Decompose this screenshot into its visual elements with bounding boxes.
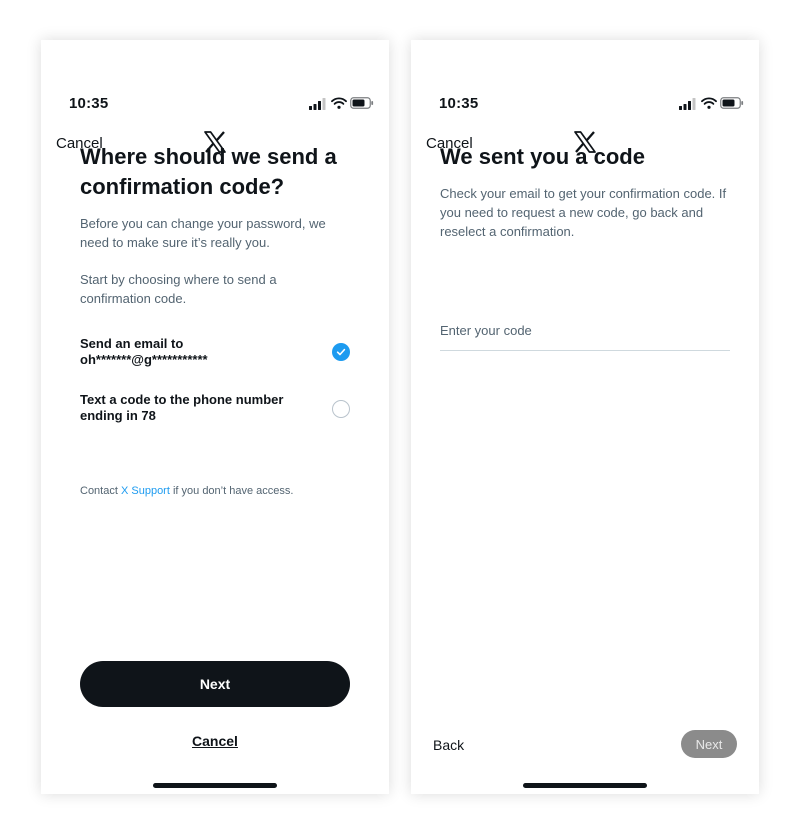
- wifi-icon: [331, 97, 347, 109]
- status-time: 10:35: [439, 95, 479, 112]
- cancel-button-label[interactable]: Cancel: [192, 733, 238, 749]
- status-time: 10:35: [69, 95, 109, 112]
- home-indicator: [153, 783, 277, 788]
- contact-prefix: Contact: [80, 485, 118, 497]
- battery-icon: [350, 97, 374, 109]
- wifi-icon: [701, 97, 717, 109]
- radio-unselected[interactable]: [332, 400, 350, 418]
- x-support-link[interactable]: X Support: [121, 485, 170, 497]
- contact-support-text: Contact X Support if you don’t have acce…: [80, 485, 293, 497]
- page-title: Where should we send a confirmation code…: [80, 144, 337, 199]
- status-icons: [309, 97, 374, 111]
- code-input[interactable]: [440, 323, 730, 338]
- status-icons: [679, 97, 744, 111]
- battery-icon: [720, 97, 744, 109]
- option-email-label: Send an email to oh*******@g***********: [80, 336, 208, 367]
- back-button[interactable]: Back: [433, 737, 464, 753]
- page-title: We sent you a code: [440, 144, 645, 169]
- home-indicator: [523, 783, 647, 788]
- option-phone[interactable]: Text a code to the phone number ending i…: [80, 392, 350, 424]
- phone-screen-enter-code: 10:35 Cancel We sent you a code Check yo…: [411, 40, 759, 794]
- signal-icon: [679, 98, 696, 110]
- radio-selected[interactable]: [332, 343, 350, 361]
- description-text: Check your email to get your confirmatio…: [440, 186, 727, 239]
- instruction-text: Start by choosing where to send a confir…: [80, 272, 277, 306]
- code-input-container: [440, 322, 730, 351]
- next-button-disabled[interactable]: Next: [681, 730, 737, 758]
- contact-suffix: if you don’t have access.: [172, 485, 294, 497]
- intro-text: Before you can change your password, we …: [80, 216, 326, 250]
- signal-icon: [309, 98, 326, 110]
- phone-screen-choose-method: 10:35 Cancel Where should we send a conf…: [41, 40, 389, 794]
- option-email[interactable]: Send an email to oh*******@g***********: [80, 336, 350, 368]
- option-phone-label: Text a code to the phone number ending i…: [80, 392, 284, 423]
- next-button[interactable]: Next: [80, 661, 350, 707]
- check-icon: [336, 348, 346, 356]
- cancel-button: Cancel: [41, 733, 389, 749]
